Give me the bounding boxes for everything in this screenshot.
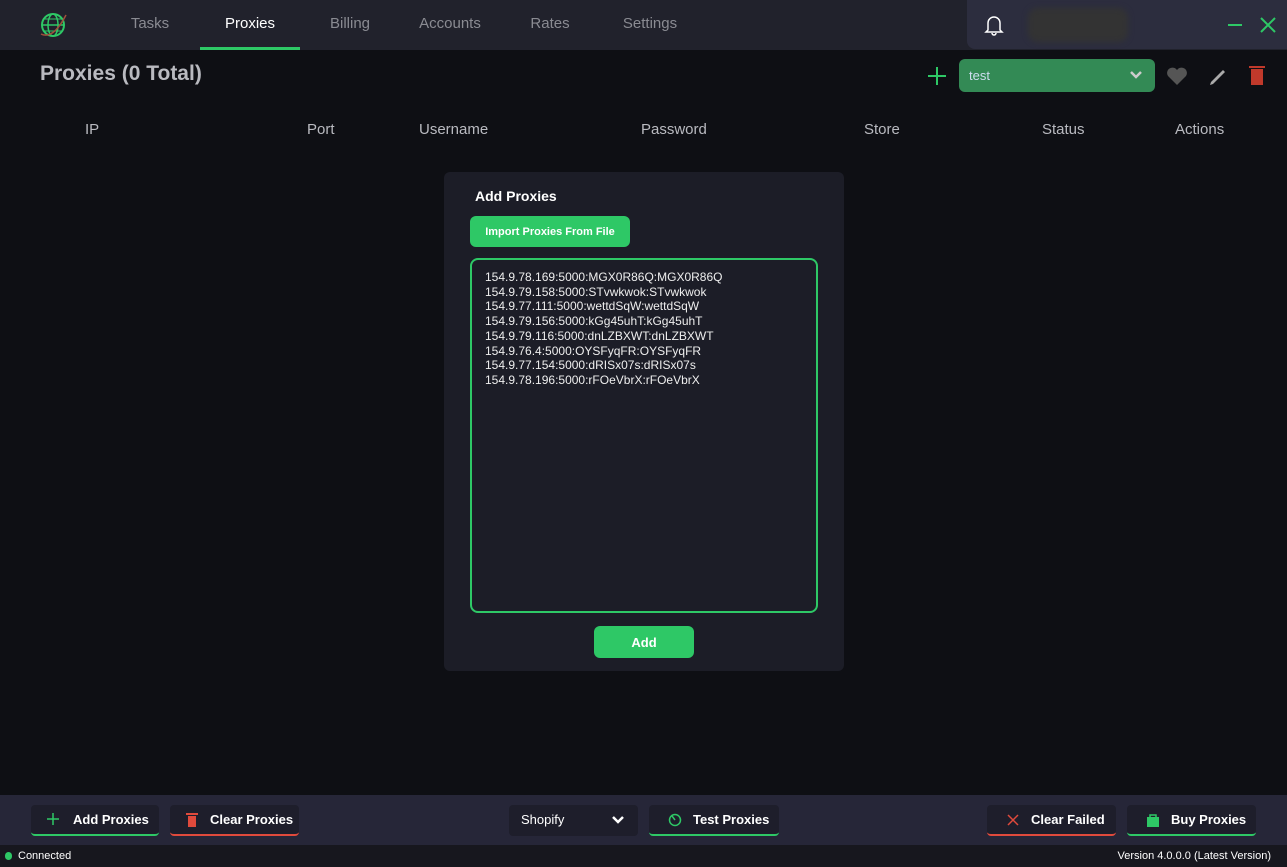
tab-billing[interactable]: Billing [300,0,400,50]
proxy-group-select[interactable]: test [959,59,1155,92]
plus-icon [47,813,59,825]
clear-failed-button[interactable]: Clear Failed [987,805,1116,836]
add-proxies-button[interactable]: Add Proxies [31,805,159,836]
status-footer: Connected Version 4.0.0.0 (Latest Versio… [0,845,1287,867]
trash-icon[interactable] [1248,64,1266,86]
column-port: Port [307,121,335,138]
test-proxies-button[interactable]: Test Proxies [649,805,779,836]
tab-settings[interactable]: Settings [600,0,700,50]
minimize-icon[interactable] [1227,17,1243,33]
column-status: Status [1042,121,1085,138]
page-title: Proxies (0 Total) [40,62,202,85]
column-username: Username [419,121,489,138]
x-icon [1007,814,1019,826]
clear-proxies-button[interactable]: Clear Proxies [170,805,299,836]
add-proxies-label: Add Proxies [73,812,149,827]
bell-icon[interactable] [983,13,1005,37]
chevron-down-icon [1130,71,1142,79]
heart-icon[interactable] [1166,66,1188,86]
group-select-value: test [969,68,990,83]
trash-icon [186,813,198,827]
bottom-toolbar: Add Proxies Clear Proxies Shopify Test P… [0,795,1287,845]
chevron-down-icon [612,816,624,824]
column-store: Store [864,121,900,138]
shopping-bag-icon [1147,814,1159,827]
connection-dot-icon [5,852,12,860]
test-proxies-label: Test Proxies [693,812,770,827]
store-select-value: Shopify [521,812,565,827]
edit-icon[interactable] [1207,64,1229,86]
globe-logo-icon [40,13,67,37]
proxies-textarea[interactable]: 154.9.78.169:5000:MGX0R86Q:MGX0R86Q 154.… [470,258,818,613]
tab-proxies[interactable]: Proxies [200,0,300,50]
clear-failed-label: Clear Failed [1031,812,1105,827]
tab-accounts[interactable]: Accounts [400,0,500,50]
column-actions: Actions [1175,121,1225,138]
buy-proxies-label: Buy Proxies [1171,812,1247,827]
tab-rates[interactable]: Rates [500,0,600,50]
column-ip: IP [85,121,100,138]
close-icon[interactable] [1260,17,1276,33]
tab-tasks[interactable]: Tasks [100,0,200,50]
store-select[interactable]: Shopify [509,805,638,836]
add-proxies-modal: Add Proxies Import Proxies From File 154… [444,172,844,671]
add-button[interactable]: Add [594,626,694,658]
column-password: Password [641,121,707,138]
connection-status: Connected [18,850,72,862]
top-nav: Tasks Proxies Billing Accounts Rates Set… [0,0,1287,50]
add-group-icon[interactable] [927,66,947,86]
user-avatar [1028,8,1128,42]
clear-proxies-label: Clear Proxies [210,812,294,827]
modal-title: Add Proxies [475,188,557,204]
timer-icon [668,813,682,827]
version-label: Version 4.0.0.0 (Latest Version) [1117,850,1271,862]
buy-proxies-button[interactable]: Buy Proxies [1127,805,1256,836]
import-proxies-button[interactable]: Import Proxies From File [470,216,630,247]
